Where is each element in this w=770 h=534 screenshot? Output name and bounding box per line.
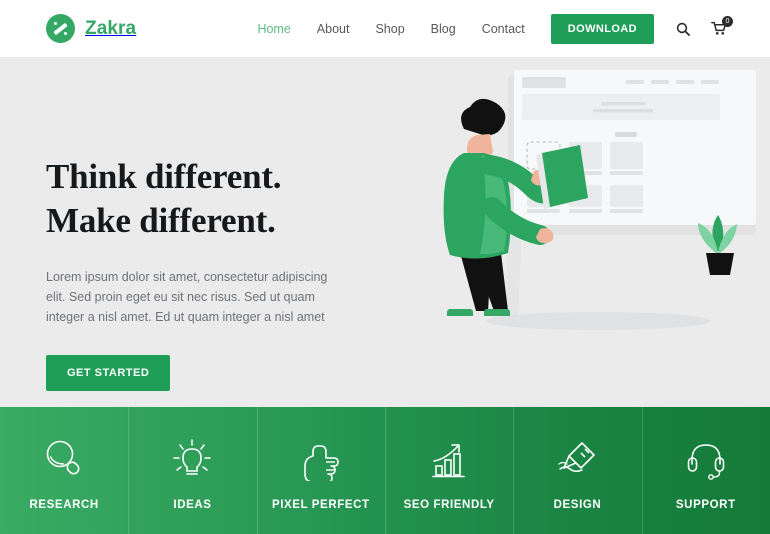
hero-paragraph: Lorem ipsum dolor sit amet, consectetur … xyxy=(46,270,328,324)
nav-item-home[interactable]: Home xyxy=(257,22,290,36)
marker-pen-icon xyxy=(555,435,599,483)
lightbulb-icon xyxy=(170,435,214,483)
hero-title-line-2: Make different. xyxy=(46,201,276,240)
bar-chart-arrow-icon xyxy=(427,435,471,483)
magnifier-icon xyxy=(42,435,86,483)
headset-icon xyxy=(684,435,728,483)
nav-item-blog[interactable]: Blog xyxy=(431,22,456,36)
hero-illustration xyxy=(430,57,770,407)
feature-item-support[interactable]: SUPPORT xyxy=(641,407,770,534)
zakra-circle-logo-icon xyxy=(46,14,75,43)
nav-item-about[interactable]: About xyxy=(317,22,350,36)
feature-label: DESIGN xyxy=(553,498,602,511)
hero-title-line-1: Think different. xyxy=(46,157,282,196)
feature-item-ideas[interactable]: IDEAS xyxy=(128,407,256,534)
nav-item-contact[interactable]: Contact xyxy=(482,22,525,36)
get-started-button[interactable]: GET STARTED xyxy=(46,355,171,391)
search-icon[interactable] xyxy=(674,19,691,38)
brand-name: Zakra xyxy=(85,17,137,39)
hero-copy: Think different. Make different. Lorem i… xyxy=(46,155,386,391)
landing-page: Zakra Home About Shop Blog Contact DOWNL… xyxy=(0,0,770,534)
feature-bar: RESEARCH IDEAS PIXEL PERFECT SEO FRIENDL… xyxy=(0,407,770,534)
nav-item-shop[interactable]: Shop xyxy=(375,22,404,36)
feature-label: SUPPORT xyxy=(675,498,736,511)
feature-item-design[interactable]: DESIGN xyxy=(513,407,641,534)
cart-icon[interactable]: 0 xyxy=(711,16,733,38)
site-header: Zakra Home About Shop Blog Contact DOWNL… xyxy=(0,0,770,57)
feature-label: PIXEL PERFECT xyxy=(271,498,370,511)
main-navigation: Home About Shop Blog Contact DOWNLOAD 0 xyxy=(257,13,733,44)
feature-item-seo-friendly[interactable]: SEO FRIENDLY xyxy=(384,407,513,534)
feature-item-research[interactable]: RESEARCH xyxy=(0,407,128,534)
person-placing-card-on-wireframe-board-icon xyxy=(443,70,756,330)
feature-label: IDEAS xyxy=(173,498,212,511)
brand-logo-link[interactable]: Zakra xyxy=(46,14,136,43)
page-title: Think different. Make different. xyxy=(46,155,386,243)
download-button[interactable]: DOWNLOAD xyxy=(550,13,654,44)
feature-item-pixel-perfect[interactable]: PIXEL PERFECT xyxy=(256,407,385,534)
feature-label: SEO FRIENDLY xyxy=(403,498,495,511)
feature-label: RESEARCH xyxy=(29,498,99,511)
hero-section: Think different. Make different. Lorem i… xyxy=(0,57,770,407)
thumbs-up-icon xyxy=(299,435,343,483)
cart-count-badge: 0 xyxy=(722,16,733,27)
